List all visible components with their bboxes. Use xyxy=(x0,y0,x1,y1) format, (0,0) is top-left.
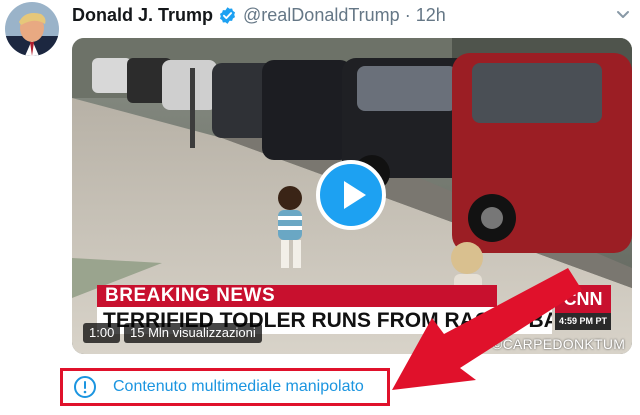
chyron-breaking-news: BREAKING NEWS xyxy=(97,285,497,307)
video-duration: 1:00 xyxy=(83,323,121,343)
network-time: 4:59 PM PT xyxy=(555,313,611,330)
author-display-name[interactable]: Donald J. Trump xyxy=(72,5,213,26)
manipulated-media-notice[interactable]: Contenuto multimediale manipolato xyxy=(60,368,390,406)
chevron-down-icon[interactable] xyxy=(615,6,631,22)
play-button[interactable] xyxy=(316,160,386,230)
separator-dot: · xyxy=(404,4,411,25)
avatar[interactable] xyxy=(5,2,59,56)
video-player[interactable]: BREAKING NEWS TERRIFIED TODLER RUNS FROM… xyxy=(72,38,632,354)
tweet-header: Donald J. Trump @realDonaldTrump · 12h xyxy=(72,4,446,26)
watermark: ©CARPEDONKTUM xyxy=(492,336,626,352)
network-logo: CNN xyxy=(555,285,611,313)
exclamation-circle-icon xyxy=(73,375,97,399)
author-handle[interactable]: @realDonaldTrump xyxy=(243,5,400,26)
verified-badge-icon xyxy=(218,6,237,25)
manipulated-media-label[interactable]: Contenuto multimediale manipolato xyxy=(113,378,364,396)
view-count: 15 Mln visualizzazioni xyxy=(124,323,262,343)
tweet-timestamp[interactable]: 12h xyxy=(416,5,446,26)
avatar-image xyxy=(5,2,59,56)
play-icon xyxy=(344,181,366,209)
